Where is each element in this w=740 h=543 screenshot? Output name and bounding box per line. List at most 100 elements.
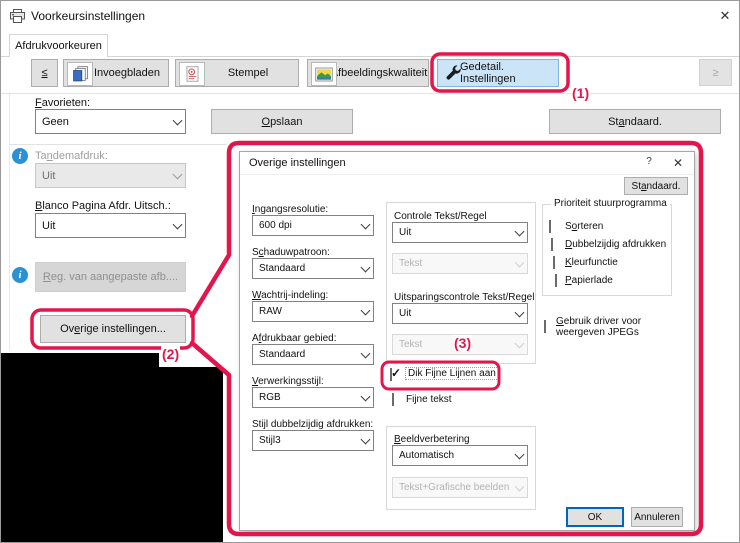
spool-format-label: Wachtrij-indeling: [252, 290, 329, 301]
jpeg-driver-checkbox[interactable] [544, 320, 546, 333]
chevron-down-icon [511, 304, 527, 323]
toolbar-insert-sheets-button[interactable]: Invoegbladen [63, 59, 169, 87]
processing-style-select[interactable]: RGB [252, 387, 374, 408]
collate-checkbox[interactable] [549, 220, 551, 233]
info-icon: i [12, 148, 28, 164]
duplex-label: Dubbelzijdig afdrukken [565, 239, 667, 250]
prev-label: ≤ [41, 67, 48, 79]
tandem-print-value: Uit [42, 169, 56, 182]
favorites-label: Favorieten: [35, 97, 91, 109]
image-quality-label: Afbeeldingskwaliteit [330, 67, 428, 79]
image-icon [311, 62, 337, 86]
driver-priority-legend: Prioriteit stuurprogramma [551, 198, 670, 209]
ok-button[interactable]: OK [566, 507, 624, 527]
other-settings-button[interactable]: Overige instellingen... [40, 315, 186, 343]
section-divider [9, 144, 227, 145]
blank-page-select[interactable]: Uit [35, 213, 186, 238]
cancel-label: Annuleren [634, 511, 680, 523]
toolbar-prev-button[interactable]: ≤ [31, 59, 58, 87]
chevron-down-icon [357, 388, 373, 407]
chevron-down-icon [169, 214, 185, 237]
dialog-titlebar: Overige instellingen ? ✕ [240, 152, 694, 175]
tab-print-preferences[interactable]: Afdrukvoorkeuren [9, 34, 108, 57]
tab-label: Afdrukvoorkeuren [15, 40, 102, 52]
chevron-down-icon [357, 345, 373, 364]
stamp-icon [179, 62, 205, 86]
redacted-area [1, 367, 223, 542]
toolbar-image-quality-button[interactable]: Afbeeldingskwaliteit [307, 59, 429, 87]
driver-priority-group: Prioriteit stuurprogramma Sorteren Dubbe… [542, 198, 672, 296]
paper-tray-label: Papierlade [565, 275, 613, 286]
input-resolution-label: Ingangsresolutie: [252, 204, 329, 215]
cancel-button[interactable]: Annuleren [631, 507, 683, 527]
chevron-down-icon [357, 259, 373, 278]
image-enhancement-target-value: Tekst+Grafische beelden [399, 482, 510, 493]
dialog-default-label: Standaard. [631, 180, 681, 192]
text-line-control-type-select: Tekst [392, 253, 528, 274]
favorites-value: Geen [42, 115, 69, 128]
toolbar-stamp-button[interactable]: Stempel [175, 59, 299, 87]
color-mode-checkbox[interactable] [553, 256, 555, 269]
window-titlebar: Voorkeursinstellingen ✕ [1, 1, 739, 31]
tandem-print-select: Uit [35, 163, 186, 188]
input-resolution-value: 600 dpi [259, 220, 292, 231]
window-close-button[interactable]: ✕ [715, 8, 735, 24]
info-glyph: i [18, 269, 22, 281]
collate-label: Sorteren [565, 221, 604, 232]
knockout-control-value: Uit [399, 308, 412, 319]
ok-label: OK [587, 511, 603, 523]
toolbar-next-button[interactable]: ≥ [699, 59, 732, 86]
printable-area-label: Afdrukbaar gebied: [252, 333, 337, 344]
other-settings-label: Overige instellingen... [60, 323, 166, 335]
callout-step-3: (3) [453, 335, 473, 351]
insert-sheets-label: Invoegbladen [93, 67, 161, 79]
window-title: Voorkeursinstellingen [31, 9, 146, 23]
stamp-label: Stempel [227, 67, 269, 79]
fine-text-checkbox[interactable] [392, 393, 394, 406]
default-label: Standaard. [608, 115, 662, 128]
duplex-checkbox[interactable] [551, 238, 553, 251]
info-icon: i [12, 267, 28, 283]
printer-icon [9, 8, 26, 27]
shadow-pattern-value: Standaard [259, 263, 306, 274]
knockout-control-label: Uitsparingscontrole Tekst/Regel [394, 292, 535, 303]
blank-page-value: Uit [42, 219, 56, 232]
toolbar-detailed-settings-button[interactable]: Gedetail. Instellingen [437, 59, 559, 87]
thick-fine-lines-label: Dik Fijne Lijnen aan [405, 367, 499, 380]
callout-step-2: (2) [161, 346, 181, 362]
dialog-default-button[interactable]: Standaard. [624, 177, 688, 195]
chevron-down-icon [511, 223, 527, 242]
paper-tray-checkbox[interactable] [555, 274, 557, 287]
chevron-down-icon [511, 254, 527, 273]
printable-area-select[interactable]: Standaard [252, 344, 374, 365]
favorites-select[interactable]: Geen [35, 109, 186, 134]
save-label: Opslaan [261, 115, 303, 128]
help-icon[interactable]: ? [638, 156, 660, 167]
blank-page-label: Blanco Pagina Afdr. Uitsch.: [35, 200, 171, 212]
toolbar-separator [1, 93, 739, 94]
chevron-down-icon [511, 335, 527, 354]
duplex-style-select[interactable]: Stijl3 [252, 430, 374, 451]
chevron-down-icon [169, 164, 185, 187]
knockout-control-select[interactable]: Uit [392, 303, 528, 324]
shadow-pattern-select[interactable]: Standaard [252, 258, 374, 279]
fine-text-label: Fijne tekst [406, 394, 452, 405]
left-panel-edge [9, 94, 10, 350]
text-line-control-value: Uit [399, 227, 412, 238]
chevron-down-icon [169, 110, 185, 133]
text-line-control-select[interactable]: Uit [392, 222, 528, 243]
input-resolution-select[interactable]: 600 dpi [252, 215, 374, 236]
spool-format-select[interactable]: RAW [252, 301, 374, 322]
duplex-style-value: Stijl3 [259, 435, 281, 446]
processing-style-value: RGB [259, 392, 281, 403]
dialog-close-button[interactable]: ✕ [666, 156, 690, 170]
image-enhancement-select[interactable]: Automatisch [392, 445, 528, 466]
thick-fine-lines-checkbox[interactable] [390, 368, 392, 381]
save-button[interactable]: Opslaan [211, 109, 353, 134]
default-button[interactable]: Standaard. [549, 109, 721, 134]
spool-format-value: RAW [259, 306, 282, 317]
image-enhancement-target-select: Tekst+Grafische beelden [392, 477, 528, 498]
duplex-style-label: Stijl dubbelzijdig afdrukken: [252, 419, 374, 430]
wrench-icon [441, 62, 465, 84]
processing-style-label: Verwerkingsstijl: [252, 376, 324, 387]
